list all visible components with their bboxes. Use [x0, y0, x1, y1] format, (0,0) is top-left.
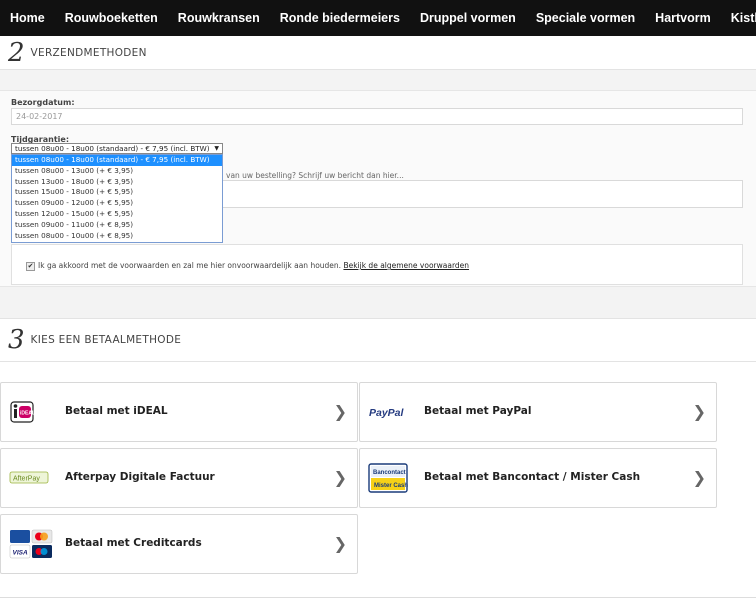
- svg-text:Mister Cash: Mister Cash: [374, 483, 408, 489]
- time-option[interactable]: tussen 08u00 - 18u00 (standaard) - € 7,9…: [12, 155, 222, 166]
- top-navigation: Home Rouwboeketten Rouwkransen Ronde bie…: [0, 0, 756, 36]
- time-option[interactable]: tussen 08u00 - 13u00 (+ € 3,95): [12, 166, 222, 177]
- time-option[interactable]: tussen 13u00 - 18u00 (+ € 3,95): [12, 177, 222, 188]
- payment-ideal[interactable]: iDEAL Betaal met iDEAL ❯: [0, 382, 358, 442]
- ideal-logo-icon: iDEAL: [10, 401, 35, 423]
- nav-rouwkransen[interactable]: Rouwkransen: [168, 11, 270, 25]
- time-guarantee-select[interactable]: tussen 08u00 - 18u00 (standaard) - € 7,9…: [11, 143, 223, 154]
- afterpay-logo-icon: AfterPay: [9, 471, 49, 484]
- time-option[interactable]: tussen 12u00 - 15u00 (+ € 5,95): [12, 209, 222, 220]
- svg-text:Bancontact: Bancontact: [373, 470, 406, 476]
- chevron-down-icon: ▼: [214, 145, 219, 152]
- step2-title: VERZENDMETHODEN: [30, 46, 147, 59]
- chevron-right-icon: ❯: [692, 468, 706, 487]
- payment-bancontact-label: Betaal met Bancontact / Mister Cash: [424, 471, 641, 483]
- payment-creditcards-label: Betaal met Creditcards: [65, 537, 202, 549]
- payment-afterpay[interactable]: AfterPay Afterpay Digitale Factuur ❯: [0, 448, 358, 508]
- paypal-logo-icon: PayPal: [369, 407, 405, 419]
- payment-paypal-label: Betaal met PayPal: [424, 405, 532, 417]
- bancontact-logo-icon: Bancontact Mister Cash: [368, 463, 408, 493]
- delivery-date-label: Bezorgdatum:: [11, 98, 75, 107]
- chevron-right-icon: ❯: [333, 402, 347, 421]
- message-hint: van uw bestelling? Schrijf uw bericht da…: [226, 171, 404, 180]
- terms-link[interactable]: Bekijk de algemene voorwaarden: [343, 261, 469, 270]
- payment-afterpay-label: Afterpay Digitale Factuur: [65, 471, 215, 483]
- terms-statement: Ik ga akkoord met de voorwaarden en zal …: [38, 261, 342, 270]
- time-guarantee-dropdown: tussen 08u00 - 18u00 (standaard) - € 7,9…: [11, 154, 223, 243]
- step2-number: 2: [8, 37, 25, 68]
- chevron-right-icon: ❯: [333, 534, 347, 553]
- terms-box: ✔ Ik ga akkoord met de voorwaarden en za…: [11, 244, 743, 285]
- nav-kistbedekking[interactable]: Kistbedekking: [721, 11, 756, 25]
- payment-ideal-label: Betaal met iDEAL: [65, 405, 168, 417]
- step3-header: 3 KIES EEN BETAALMETHODE: [0, 318, 756, 362]
- svg-text:AfterPay: AfterPay: [13, 476, 40, 483]
- terms-text: Ik ga akkoord met de voorwaarden en zal …: [38, 261, 469, 270]
- svg-text:iDEAL: iDEAL: [20, 411, 35, 417]
- svg-text:VISA: VISA: [13, 550, 28, 557]
- payment-creditcards[interactable]: VISA Betaal met Creditcards ❯: [0, 514, 358, 574]
- delivery-date-input[interactable]: 24-02-2017: [11, 108, 743, 125]
- nav-home[interactable]: Home: [0, 11, 55, 25]
- time-option[interactable]: tussen 09u00 - 11u00 (+ € 8,95): [12, 220, 222, 231]
- nav-ronde-biedermeiers[interactable]: Ronde biedermeiers: [270, 11, 410, 25]
- creditcards-logo-icon: VISA: [9, 529, 53, 559]
- step2-header: 2 VERZENDMETHODEN: [0, 36, 756, 70]
- time-option[interactable]: tussen 09u00 - 12u00 (+ € 5,95): [12, 198, 222, 209]
- step3-title: KIES EEN BETAALMETHODE: [30, 334, 182, 346]
- chevron-right-icon: ❯: [333, 468, 347, 487]
- payment-paypal[interactable]: PayPal Betaal met PayPal ❯: [359, 382, 717, 442]
- message-textarea[interactable]: [222, 180, 743, 208]
- chevron-right-icon: ❯: [692, 402, 706, 421]
- nav-speciale-vormen[interactable]: Speciale vormen: [526, 11, 645, 25]
- nav-druppel-vormen[interactable]: Druppel vormen: [410, 11, 526, 25]
- divider: [0, 597, 756, 598]
- step3-number: 3: [8, 325, 25, 355]
- time-guarantee-selected: tussen 08u00 - 18u00 (standaard) - € 7,9…: [15, 144, 210, 153]
- svg-text:PayPal: PayPal: [369, 407, 405, 419]
- nav-rouwboeketten[interactable]: Rouwboeketten: [55, 11, 168, 25]
- nav-hartvorm[interactable]: Hartvorm: [645, 11, 721, 25]
- time-option[interactable]: tussen 08u00 - 10u00 (+ € 8,95): [12, 231, 222, 242]
- terms-checkbox[interactable]: ✔: [26, 262, 35, 271]
- time-option[interactable]: tussen 15u00 - 18u00 (+ € 5,95): [12, 187, 222, 198]
- payment-bancontact[interactable]: Bancontact Mister Cash Betaal met Bancon…: [359, 448, 717, 508]
